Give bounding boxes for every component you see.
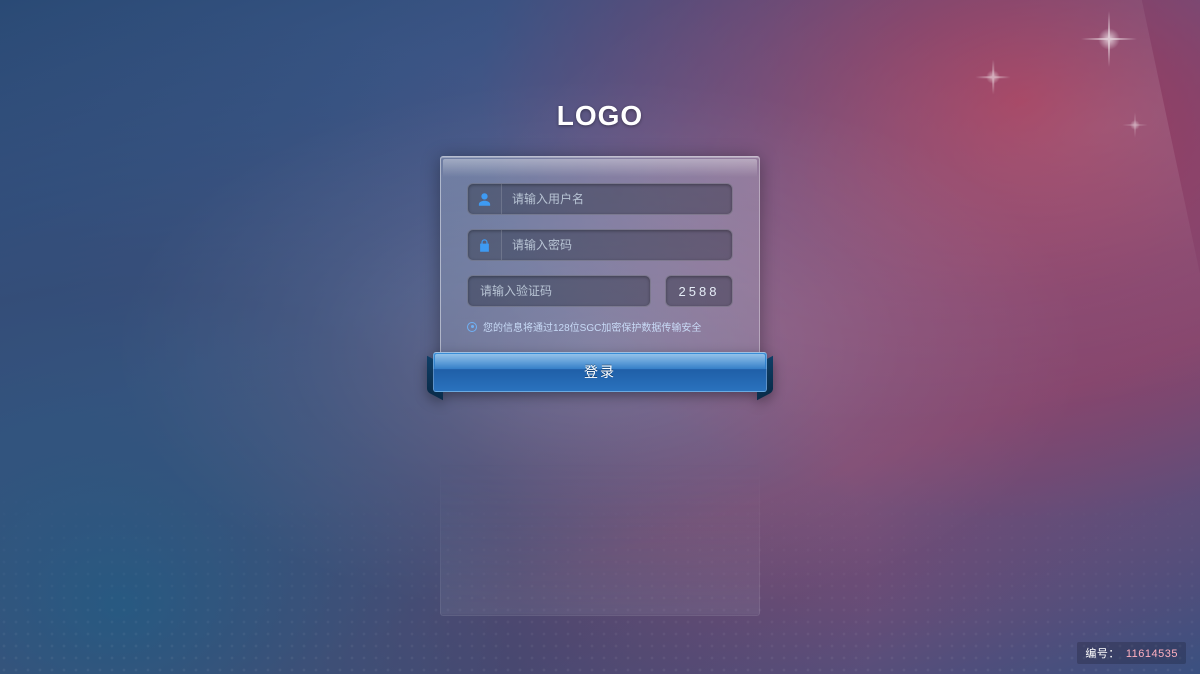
page-title: LOGO <box>557 100 643 132</box>
captcha-image[interactable]: 2588 <box>665 275 733 307</box>
login-screen: LOGO 2588 您 <box>0 0 1200 674</box>
security-notice-text: 您的信息将通过128位SGC加密保护数据传输安全 <box>483 319 701 334</box>
sparkle-icon <box>1130 120 1140 130</box>
login-center: LOGO 2588 您 <box>440 100 760 375</box>
watermark-id: 11614535 <box>1126 648 1178 660</box>
watermark-prefix: 编号： <box>1085 648 1120 660</box>
username-input[interactable] <box>502 184 732 214</box>
username-field-wrap <box>467 183 733 215</box>
security-notice: 您的信息将通过128位SGC加密保护数据传输安全 <box>467 319 733 334</box>
captcha-field-wrap <box>467 275 651 307</box>
watermark: 编号： 11614535 <box>1077 642 1186 664</box>
sparkle-icon <box>986 70 1000 84</box>
password-input[interactable] <box>502 230 732 260</box>
login-panel: 2588 您的信息将通过128位SGC加密保护数据传输安全 登录 <box>440 156 760 375</box>
panel-reflection <box>440 396 760 616</box>
login-button[interactable]: 登录 <box>433 352 767 392</box>
info-icon <box>467 322 477 332</box>
password-field-wrap <box>467 229 733 261</box>
user-icon <box>468 184 502 214</box>
login-button-wrap: 登录 <box>427 352 773 396</box>
captcha-input[interactable] <box>468 276 650 306</box>
captcha-row: 2588 <box>467 275 733 307</box>
sparkle-icon <box>1098 28 1120 50</box>
lock-icon <box>468 230 502 260</box>
bg-dot-grid <box>0 474 1200 674</box>
